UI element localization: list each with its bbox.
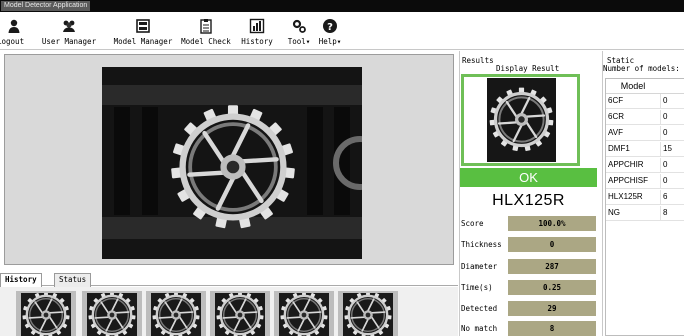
metric-label-time: Time(s) (461, 283, 493, 292)
history-button[interactable]: History (238, 12, 276, 50)
row-model: NG (608, 208, 620, 217)
number-of-models-label: Number of models: (603, 64, 680, 73)
row-model: DMF1 (608, 144, 630, 153)
row-model: 6CF (608, 96, 624, 105)
metric-value-score: 100.0% (508, 216, 596, 231)
logout-button[interactable]: Logout (0, 12, 28, 50)
history-chart-icon (249, 18, 265, 34)
wheel-image (102, 67, 362, 259)
metric-label-no-match: No match (461, 324, 498, 333)
history-thumbnail[interactable] (82, 291, 142, 336)
model-check-label: Model Check (181, 37, 231, 46)
display-result-title: Display Result (496, 64, 560, 73)
table-row[interactable]: AVF 0 (606, 126, 684, 141)
metric-value-time: 0.25 (508, 280, 596, 295)
table-row[interactable]: DMF1 15 (606, 142, 684, 157)
detected-model-name: HLX125R (492, 192, 565, 209)
metric-value-diameter: 287 (508, 259, 596, 274)
tool-menu-button[interactable]: Tool▾ (284, 12, 314, 50)
history-thumbnail[interactable] (146, 291, 206, 336)
history-thumbnail[interactable] (274, 291, 334, 336)
camera-image (102, 67, 362, 259)
table-row[interactable]: NG 8 (606, 206, 684, 221)
model-manager-button[interactable]: Model Manager (110, 12, 176, 50)
model-manager-icon (136, 19, 150, 33)
table-row[interactable]: HLX125R 6 (606, 190, 684, 205)
title-bar: Model Detector Application (0, 0, 684, 12)
metric-value-detected: 29 (508, 301, 596, 316)
metric-label-thickness: Thickness (461, 240, 502, 249)
help-label: Help▾ (315, 37, 345, 47)
table-row[interactable]: 6CR 0 (606, 110, 684, 125)
svg-text:?: ? (327, 22, 333, 33)
row-count: 0 (660, 158, 684, 172)
metric-label-detected: Detected (461, 304, 498, 313)
history-thumbnail[interactable] (16, 291, 76, 336)
row-model: HLX125R (608, 192, 643, 201)
model-manager-label: Model Manager (113, 37, 173, 46)
status-ok-badge: OK (460, 168, 597, 187)
row-model: AVF (608, 128, 623, 137)
user-icon (8, 19, 20, 33)
tools-gear-icon (292, 19, 306, 33)
tool-label: Tool▾ (284, 37, 314, 47)
dropdown-arrow-icon: ▾ (305, 37, 311, 46)
history-tab-bar: History Status (0, 273, 458, 287)
row-count: 6 (660, 190, 684, 204)
user-manager-button[interactable]: User Manager (33, 12, 105, 50)
row-count: 0 (660, 174, 684, 188)
user-manager-label: User Manager (41, 37, 97, 46)
metric-value-no-match: 8 (508, 321, 596, 336)
row-count: 15 (660, 142, 684, 156)
tab-history[interactable]: History (0, 273, 42, 287)
results-title: Results (462, 56, 494, 65)
help-label-text: Help (318, 37, 337, 46)
window-title: Model Detector Application (1, 1, 91, 11)
logout-label: Logout (0, 37, 25, 46)
metric-label-score: Score (461, 219, 484, 228)
help-icon: ? (323, 19, 337, 33)
row-model: APPCHIR (608, 160, 644, 169)
row-count: 0 (660, 110, 684, 124)
help-menu-button[interactable]: ? Help▾ (315, 12, 345, 50)
result-image (487, 78, 556, 162)
dropdown-arrow-icon: ▾ (336, 37, 342, 46)
metric-value-thickness: 0 (508, 237, 596, 252)
row-count: 0 (660, 94, 684, 108)
row-model: APPCHISF (608, 176, 649, 185)
column-header-model: Model (620, 81, 646, 91)
users-icon (63, 20, 75, 32)
metric-label-diameter: Diameter (461, 262, 498, 271)
table-row[interactable]: APPCHISF 0 (606, 174, 684, 189)
table-row[interactable]: APPCHIR 0 (606, 158, 684, 173)
history-thumbnail[interactable] (338, 291, 398, 336)
table-row[interactable]: 6CF 0 (606, 94, 684, 109)
history-label: History (241, 37, 273, 46)
row-model: 6CR (608, 112, 625, 121)
table-header: Model (606, 79, 684, 94)
row-count: 8 (660, 206, 684, 220)
result-wheel-image (487, 78, 556, 162)
tool-label-text: Tool (287, 37, 306, 46)
toolbar: Logout User Manager Model Manager Model … (0, 12, 684, 50)
clipboard-icon (200, 19, 212, 34)
tab-status[interactable]: Status (54, 273, 92, 287)
model-check-button[interactable]: Model Check (178, 12, 234, 50)
row-count: 0 (660, 126, 684, 140)
history-thumbnail[interactable] (210, 291, 270, 336)
